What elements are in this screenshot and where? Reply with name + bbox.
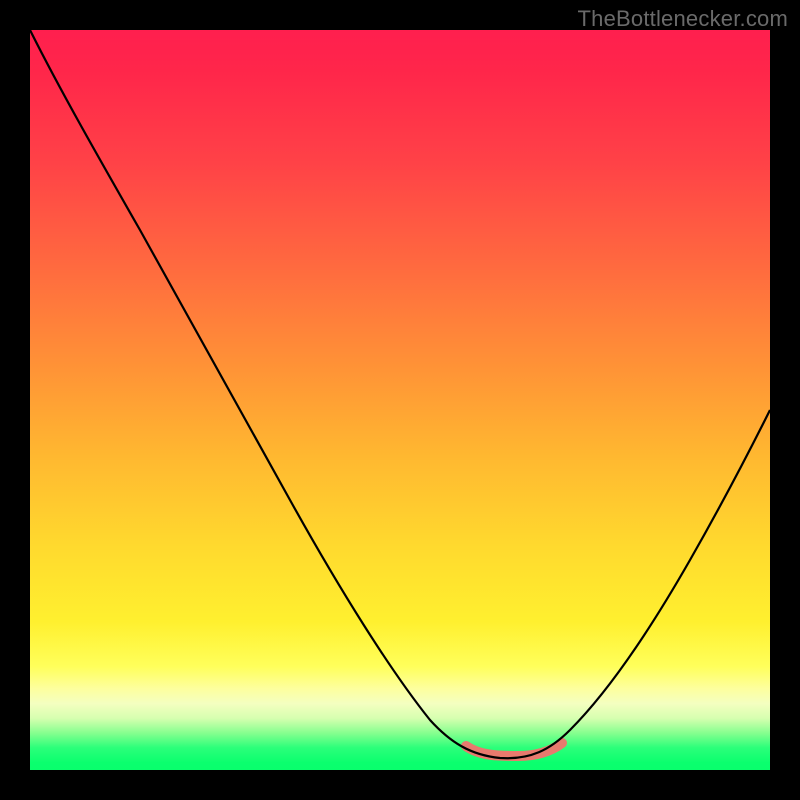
bottleneck-curve-line (30, 30, 770, 758)
watermark-text: TheBottlenecker.com (578, 6, 788, 32)
plot-area (30, 30, 770, 770)
chart-frame: TheBottlenecker.com (0, 0, 800, 800)
bottleneck-curve-svg (30, 30, 770, 770)
